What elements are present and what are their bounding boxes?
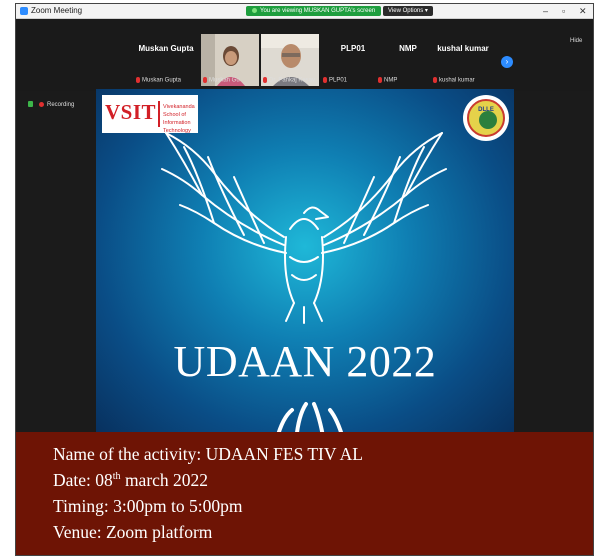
participant-tile[interactable]: kushal kumar kushal kumar xyxy=(431,34,495,86)
mic-muted-icon xyxy=(323,77,327,84)
next-page-arrow-icon[interactable]: › xyxy=(501,56,513,68)
eagle-illustration-icon xyxy=(161,132,447,324)
mic-muted-icon xyxy=(136,77,140,84)
close-button[interactable]: ✕ xyxy=(579,5,587,17)
participant-video-tile[interactable]: Muskan Gu xyxy=(201,34,259,86)
mic-muted-icon xyxy=(263,77,267,84)
mic-muted-icon xyxy=(203,77,207,84)
window-title: Zoom Meeting xyxy=(31,6,83,15)
dlle-seal-icon: DLLE xyxy=(463,95,509,141)
hide-gallery-button[interactable]: Hide xyxy=(570,38,582,44)
participant-video-tile[interactable]: Dr. Pankaj Kesav xyxy=(261,34,319,86)
maximize-button[interactable]: ▫ xyxy=(562,5,565,17)
shared-screen-slide: VSIT Vivekananda School of Information T… xyxy=(96,89,514,439)
participant-name: kushal kumar xyxy=(437,44,489,53)
vsit-logo-mark: VSIT xyxy=(105,100,157,124)
share-banner-text: You are viewing MUSKAN GUPTA's screen xyxy=(260,8,376,14)
recording-label: Recording xyxy=(47,102,75,108)
participant-label: kushal kumar xyxy=(433,77,475,84)
seal-text: DLLE xyxy=(478,107,494,113)
activity-timing: Timing: 3:00pm to 5:00pm xyxy=(53,496,243,516)
zoom-app-icon xyxy=(20,7,28,15)
recording-indicator[interactable]: Recording xyxy=(28,100,74,110)
security-shield-icon xyxy=(28,101,33,108)
mic-muted-icon xyxy=(378,77,382,84)
participant-tile[interactable]: Muskan Gupta Muskan Gupta xyxy=(134,34,198,86)
activity-info-panel: Name of the activity: UDAAN FES TIV AL D… xyxy=(16,432,593,555)
mic-muted-icon xyxy=(433,77,437,84)
participant-name: Muskan Gupta xyxy=(138,44,194,53)
view-options-button[interactable]: View Options ▾ xyxy=(383,6,433,16)
screen-share-banner[interactable]: You are viewing MUSKAN GUPTA's screen xyxy=(246,6,382,16)
activity-venue: Venue: Zoom platform xyxy=(53,522,213,542)
slide-title: UDAAN 2022 xyxy=(173,337,437,386)
participant-label: PLP01 xyxy=(323,77,347,84)
participant-label: Muskan Gu xyxy=(203,77,240,84)
minimize-button[interactable]: – xyxy=(543,5,548,17)
participant-label: Dr. Pankaj Kesav xyxy=(263,77,315,84)
participant-label: NMP xyxy=(378,77,397,84)
participant-label: Muskan Gupta xyxy=(136,77,181,84)
title-bar: Zoom Meeting You are viewing MUSKAN GUPT… xyxy=(16,4,593,19)
activity-date: Date: 08th march 2022 xyxy=(53,470,209,490)
recording-dot-icon xyxy=(39,101,44,107)
participant-gallery: Muskan Gupta Muskan Gupta Muskan Gu Dr. … xyxy=(16,19,593,91)
zoom-window: Zoom Meeting You are viewing MUSKAN GUPT… xyxy=(15,3,594,556)
activity-name: Name of the activity: UDAAN FES TIV AL xyxy=(53,444,363,464)
share-status-icon xyxy=(252,7,257,13)
